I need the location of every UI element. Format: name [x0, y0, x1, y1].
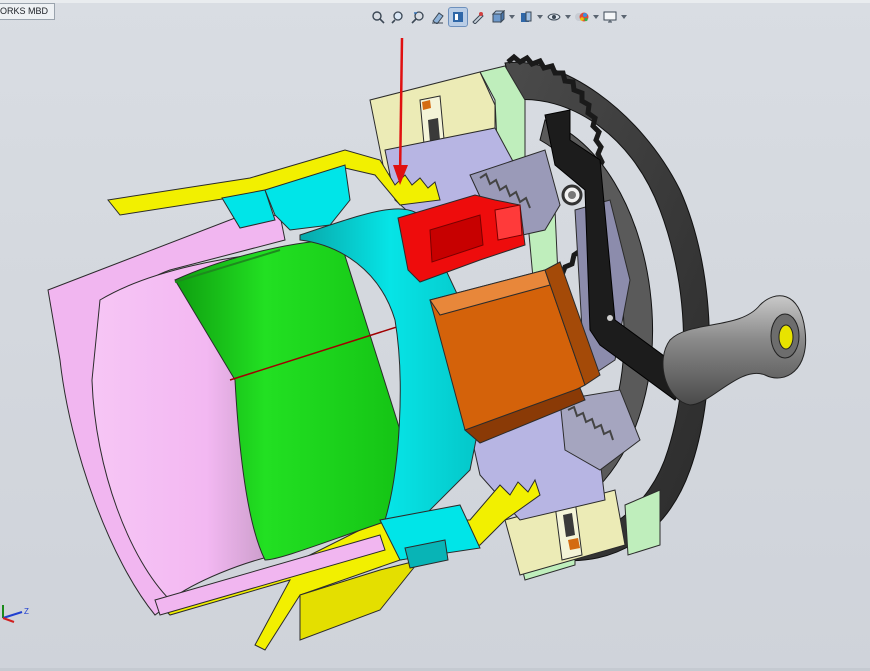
view-triad: Z — [2, 605, 29, 623]
triad-z-label: Z — [24, 607, 29, 616]
graphics-area[interactable]: Z — [0, 0, 870, 671]
